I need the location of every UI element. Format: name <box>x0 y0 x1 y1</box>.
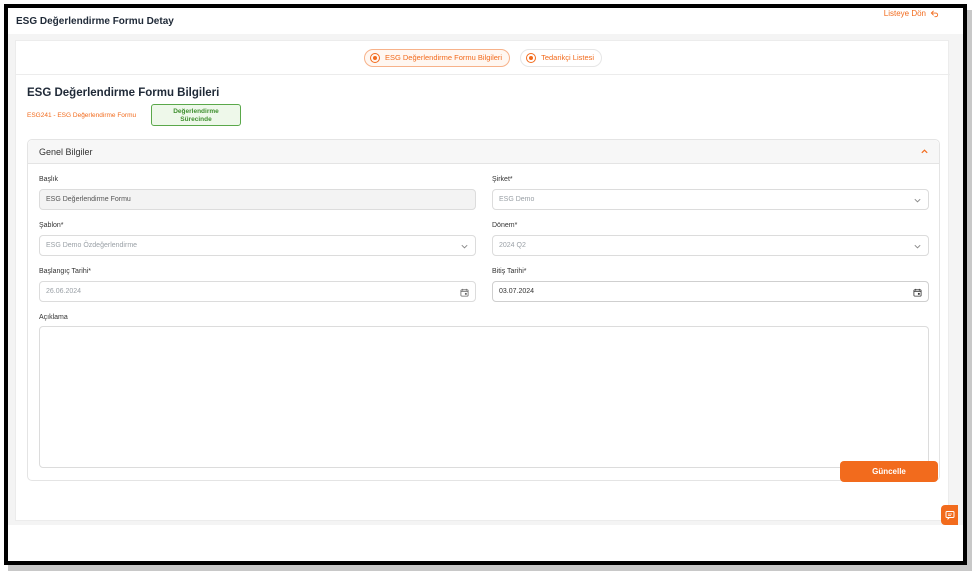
end-date-value: 03.07.2024 <box>499 288 535 295</box>
title-label: Başlık <box>39 176 59 183</box>
page-title: ESG Değerlendirme Formu Detay <box>16 16 174 27</box>
template-value: ESG Demo Özdeğerlendirme <box>46 242 138 249</box>
radio-dot-icon <box>526 52 537 63</box>
panel-header[interactable]: Genel Bilgiler <box>28 140 939 164</box>
footer-area <box>8 525 963 561</box>
app-window: ESG Değerlendirme Formu Detay Listeye Dö… <box>4 4 967 565</box>
period-label: Dönem* <box>492 222 518 229</box>
start-date-value: 26.06.2024 <box>46 288 82 295</box>
section-title: ESG Değerlendirme Formu Bilgileri <box>27 87 220 99</box>
end-date-field[interactable]: 03.07.2024 <box>492 281 929 302</box>
end-date-label: Bitiş Tarihi* <box>492 268 527 275</box>
radio-dot-icon <box>369 52 380 63</box>
company-label: Şirket* <box>492 176 513 183</box>
tab-form-info-label: ESG Değerlendirme Formu Bilgileri <box>384 53 503 62</box>
top-bar: ESG Değerlendirme Formu Detay Listeye Dö… <box>8 8 963 34</box>
form-code: ESG241 - ESG Değerlendirme Formu <box>27 112 137 119</box>
calendar-icon[interactable] <box>460 288 469 297</box>
start-date-field[interactable]: 26.06.2024 <box>39 281 476 302</box>
title-field[interactable]: ESG Değerlendirme Formu <box>39 189 476 210</box>
company-value: ESG Demo <box>499 196 535 203</box>
template-label: Şablon* <box>39 222 64 229</box>
status-line-2: Sürecinde <box>180 116 212 123</box>
tab-form-info[interactable]: ESG Değerlendirme Formu Bilgileri <box>363 48 511 67</box>
tabs-bar: ESG Değerlendirme Formu Bilgileri Tedari… <box>16 41 950 75</box>
back-to-list-link[interactable]: Listeye Dön <box>884 9 939 18</box>
start-date-label: Başlangıç Tarihi* <box>39 268 92 275</box>
chat-button[interactable] <box>941 505 958 525</box>
description-textarea[interactable] <box>39 326 929 468</box>
chevron-up-icon[interactable] <box>920 147 929 156</box>
company-select[interactable]: ESG Demo <box>492 189 929 210</box>
description-label: Açıklama <box>39 314 68 321</box>
panel-title: Genel Bilgiler <box>39 147 93 157</box>
general-info-panel: Genel Bilgiler Başlık ESG Değerlendirme … <box>27 139 940 481</box>
tab-supplier-list-label: Tedarikçi Listesi <box>541 53 595 62</box>
chevron-down-icon <box>914 244 921 249</box>
tab-supplier-list[interactable]: Tedarikçi Listesi <box>520 48 603 67</box>
chevron-down-icon <box>461 244 468 249</box>
calendar-icon[interactable] <box>913 288 922 297</box>
status-badge: Değerlendirme Sürecinde <box>151 104 241 126</box>
period-value: 2024 Q2 <box>499 242 526 249</box>
back-to-list-label: Listeye Dön <box>883 9 926 18</box>
status-line-1: Değerlendirme <box>173 108 219 115</box>
update-button[interactable]: Güncelle <box>840 461 938 482</box>
detail-card: ESG Değerlendirme Formu Bilgileri Tedari… <box>15 40 950 521</box>
title-value: ESG Değerlendirme Formu <box>46 196 131 203</box>
chevron-down-icon <box>914 198 921 203</box>
template-select[interactable]: ESG Demo Özdeğerlendirme <box>39 235 476 256</box>
back-arrow-icon <box>930 10 939 18</box>
period-select[interactable]: 2024 Q2 <box>492 235 929 256</box>
chat-icon <box>945 511 954 520</box>
